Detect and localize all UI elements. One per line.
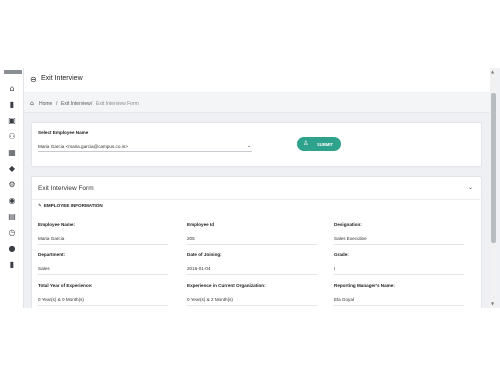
wrench-icon: ✎ [38,204,42,209]
date-of-joining-value: 2016-01-04 [187,266,211,271]
field-underline [334,305,464,306]
home-icon[interactable]: ⌂ [30,100,34,107]
employee-select[interactable]: Maria Garcia <maria.garcia@campus.co.in> [38,144,128,149]
exit-interview-form-card: Exit Interview Form ⌄ ✎ EMPLOYEE INFORMAT… [31,176,483,308]
employee-name-label: Employee Name: [38,222,76,227]
badge-icon[interactable]: ◉ [7,196,17,206]
user-icon[interactable]: ● [7,244,17,254]
divider [32,199,483,200]
chevron-down-icon[interactable]: ⌄ [468,184,473,191]
reporting-manager-value: Ela Goyal [334,297,354,302]
settings-icon[interactable]: ⚙ [7,180,17,190]
scroll-down-arrow-icon[interactable]: ▼ [491,301,494,306]
current-org-experience-value: 0 Year(s) & 2 Month(s) [187,297,233,302]
designation-label: Designation: [334,222,362,227]
breadcrumb-exit-interview[interactable]: Exit Interview [61,101,91,107]
submit-label: SUBMIT [317,142,334,147]
scrollbar-thumb[interactable] [491,93,496,243]
profile-icon[interactable]: ▣ [7,116,17,126]
scroll-up-arrow-icon[interactable]: ▲ [491,69,494,74]
home-icon[interactable]: ⌂ [7,84,17,94]
field-underline [187,244,317,245]
total-experience-label: Total Year of Experience: [38,283,93,288]
designation-value: Sales Executive [334,236,367,241]
total-experience-value: 0 Year(s) & 0 Month(s) [38,297,84,302]
section-title-text: EMPLOYEE INFORMATION [43,203,103,208]
clock-icon[interactable]: ◷ [7,228,17,238]
sidebar: ⌂ ▮ ▣ ⚇ ▦ ◆ ⚙ ◉ ▤ ◷ ● ▮ [0,68,24,308]
field-underline [187,305,317,306]
select-underline [38,151,252,152]
back-arrow-icon[interactable]: ⊖ [30,75,37,84]
app-frame: ⌂ ▮ ▣ ⚇ ▦ ◆ ⚙ ◉ ▤ ◷ ● ▮ ⊖ Exit Interview… [0,68,500,308]
grade-label: Grade: [334,252,349,257]
date-of-joining-label: Date of Joining: [187,252,222,257]
page-title: Exit Interview [41,75,83,82]
form-title: Exit Interview Form [38,185,94,192]
document-icon[interactable]: ▤ [7,212,17,222]
employee-id-value: 205 [187,236,195,241]
section-title: ✎ EMPLOYEE INFORMATION [38,203,103,209]
chevron-down-icon[interactable]: ⌄ [247,143,251,149]
stats-icon[interactable]: ▮ [7,100,17,110]
breadcrumb: ⌂ Home / Exit Interview / Exit Interview… [24,93,490,113]
user-submit-icon: ♙ [303,140,309,147]
employee-id-label: Employee Id [187,222,215,227]
current-org-experience-label: Experience in Current Organization: [187,283,266,288]
grade-value: I [334,266,336,271]
breadcrumb-separator: / [91,101,93,107]
field-underline [334,274,464,275]
field-underline [38,274,168,275]
field-underline [334,244,464,245]
employee-name-value: Maria Garcia [38,236,65,241]
reports-icon[interactable]: ▮ [7,260,17,270]
breadcrumb-home[interactable]: Home [39,101,52,107]
select-employee-label: Select Employee Name [38,130,89,135]
hierarchy-icon[interactable]: ⚇ [7,132,17,142]
department-value: Sales [38,266,50,271]
field-underline [38,244,168,245]
breadcrumb-separator: / [56,101,58,107]
field-underline [187,274,317,275]
employee-select-card: Select Employee Name Maria Garcia <maria… [31,122,482,167]
reporting-manager-label: Reporting Manager's Name: [334,283,395,288]
graduation-icon[interactable]: ◆ [7,164,17,174]
field-underline [38,305,168,306]
breadcrumb-current: Exit Interview Form [96,101,139,107]
submit-button[interactable]: ♙ SUBMIT [297,137,341,151]
sidebar-menu-toggle[interactable] [4,70,22,74]
department-label: Department: [38,252,66,257]
page-header: ⊖ Exit Interview [24,68,490,92]
calendar-icon[interactable]: ▦ [7,148,17,158]
